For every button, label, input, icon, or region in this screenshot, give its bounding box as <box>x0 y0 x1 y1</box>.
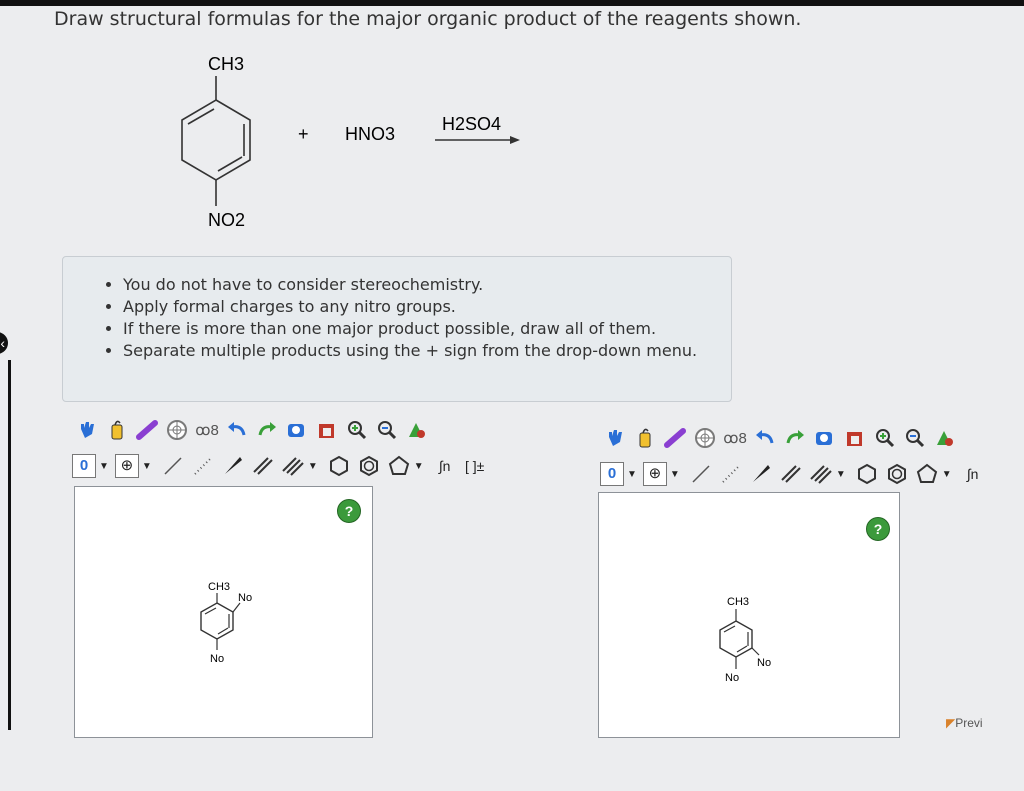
instructions-box: You do not have to consider stereochemis… <box>62 256 732 402</box>
clean-icon[interactable] <box>282 415 312 445</box>
left-edge-divider <box>8 360 11 730</box>
student-drawing-2: CH3 No No <box>719 596 771 684</box>
cyclopentane-icon[interactable] <box>384 451 414 481</box>
sgroup-tool[interactable]: ∫n <box>430 451 460 481</box>
reaction-scheme: CH3 NO2 + HNO3 H2SO4 <box>181 54 520 230</box>
instruction-item: You do not have to consider stereochemis… <box>123 275 731 294</box>
bond-dropdown-icon[interactable]: ▼ <box>836 469 846 480</box>
triple-bond-icon[interactable] <box>806 459 836 489</box>
cyclohexane-icon[interactable] <box>852 459 882 489</box>
wedge-bond-icon[interactable] <box>746 459 776 489</box>
back-arrow-icon[interactable]: ‹ <box>0 332 8 354</box>
instruction-item: Apply formal charges to any nitro groups… <box>123 297 731 316</box>
charge-select[interactable]: 0 ▼ <box>600 461 637 487</box>
save-icon[interactable] <box>312 415 342 445</box>
clean-icon[interactable] <box>810 423 840 453</box>
color-atom-icon[interactable] <box>930 423 960 453</box>
plus-select[interactable]: ⊕ ▼ <box>642 461 680 487</box>
svg-text:No: No <box>210 653 224 665</box>
svg-text:CH3: CH3 <box>727 596 749 608</box>
svg-text:CH3: CH3 <box>208 581 230 593</box>
zoom-out-icon[interactable] <box>372 415 402 445</box>
reagent-label: HNO3 <box>345 124 395 144</box>
chain-icon[interactable]: ꝏ8 <box>192 415 222 445</box>
top-bar <box>0 0 1024 6</box>
redo-icon[interactable] <box>780 423 810 453</box>
benzene-ring <box>181 99 251 181</box>
cyclopentane-icon[interactable] <box>912 459 942 489</box>
plus-sign: + <box>298 124 309 144</box>
previous-label: Previ <box>955 716 983 730</box>
drawing-canvas-1[interactable]: CH3 No No <box>74 486 373 738</box>
templates-icon[interactable] <box>690 423 720 453</box>
charge-select[interactable]: 0 ▼ <box>72 453 109 479</box>
cyclohexane-icon[interactable] <box>324 451 354 481</box>
bracket-tool[interactable]: [ ]± <box>460 451 490 481</box>
zoom-out-icon[interactable] <box>900 423 930 453</box>
wedge-bond-icon[interactable] <box>218 451 248 481</box>
benzene-icon[interactable] <box>882 459 912 489</box>
svg-text:No: No <box>757 657 771 669</box>
catalyst-label: H2SO4 <box>442 114 501 134</box>
single-bond-icon[interactable] <box>158 451 188 481</box>
sgroup-tool[interactable]: ∫n <box>958 459 988 489</box>
benzene-icon[interactable] <box>354 451 384 481</box>
eraser-icon[interactable] <box>660 423 690 453</box>
triple-bond-icon[interactable] <box>278 451 308 481</box>
student-drawing-1: CH3 No No <box>200 581 252 665</box>
ring-dropdown-icon[interactable]: ▼ <box>942 469 952 480</box>
lasso-icon[interactable] <box>102 415 132 445</box>
bond-dropdown-icon[interactable]: ▼ <box>308 461 318 472</box>
instruction-item: If there is more than one major product … <box>123 319 731 338</box>
eraser-icon[interactable] <box>132 415 162 445</box>
double-bond-icon[interactable] <box>776 459 806 489</box>
undo-icon[interactable] <box>222 415 252 445</box>
undo-icon[interactable] <box>750 423 780 453</box>
zoom-in-icon[interactable] <box>870 423 900 453</box>
lasso-icon[interactable] <box>630 423 660 453</box>
previous-arrow-icon: ◤ <box>946 716 956 730</box>
instruction-item: Separate multiple products using the + s… <box>123 341 731 360</box>
methyl-label: CH3 <box>208 54 244 74</box>
single-bond-icon[interactable] <box>686 459 716 489</box>
nitro-label: NO2 <box>208 210 245 230</box>
question-title: Draw structural formulas for the major o… <box>54 8 802 30</box>
color-atom-icon[interactable] <box>402 415 432 445</box>
hand-icon[interactable] <box>72 415 102 445</box>
hashed-bond-icon[interactable] <box>716 459 746 489</box>
redo-icon[interactable] <box>252 415 282 445</box>
svg-text:No: No <box>725 672 739 684</box>
save-icon[interactable] <box>840 423 870 453</box>
double-bond-icon[interactable] <box>248 451 278 481</box>
previous-button[interactable]: ◤Previ <box>946 716 983 730</box>
hand-icon[interactable] <box>600 423 630 453</box>
templates-icon[interactable] <box>162 415 192 445</box>
help-button[interactable]: ? <box>866 517 890 541</box>
ring-dropdown-icon[interactable]: ▼ <box>414 461 424 472</box>
plus-select[interactable]: ⊕ ▼ <box>114 453 152 479</box>
help-button[interactable]: ? <box>337 499 361 523</box>
drawing-canvas-2[interactable]: CH3 No No <box>598 492 900 738</box>
hashed-bond-icon[interactable] <box>188 451 218 481</box>
svg-text:No: No <box>238 592 252 604</box>
chain-icon[interactable]: ꝏ8 <box>720 423 750 453</box>
zoom-in-icon[interactable] <box>342 415 372 445</box>
